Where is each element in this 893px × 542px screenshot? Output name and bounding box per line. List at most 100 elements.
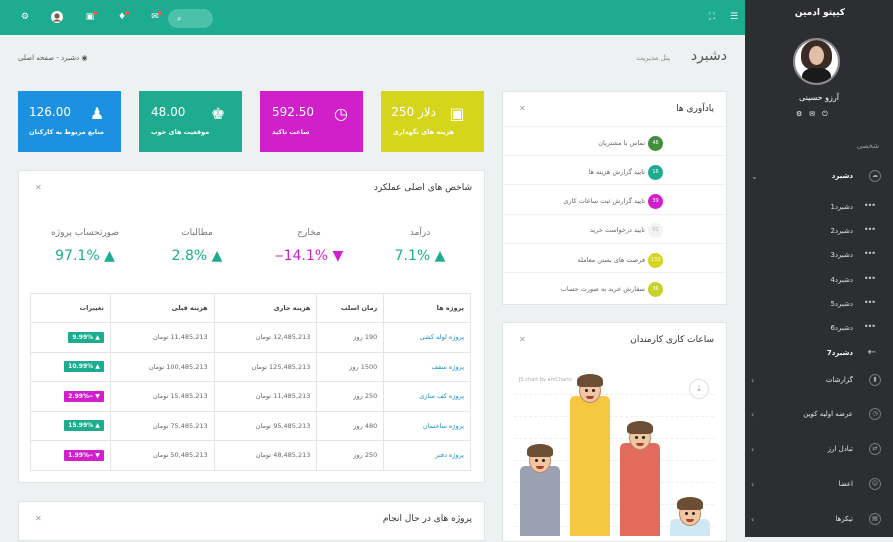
metric-revenue: درآمد 7.1% ▲ bbox=[394, 228, 446, 264]
table-row[interactable]: پروژه ساختمان 480 روز 95,485,213 تومان 75,4… bbox=[30, 410, 471, 441]
chart-bar-2[interactable] bbox=[570, 396, 610, 536]
ongoing-projects-card: پروژه های در حال انجام ✕ bbox=[18, 501, 485, 541]
breadcrumb-current: دشبرد bbox=[61, 54, 80, 62]
search-icon: ⌕ bbox=[177, 14, 182, 23]
metric-receivables: مطالبات 2.8% ▲ bbox=[171, 228, 223, 264]
col-time: زمان اسلب bbox=[316, 293, 385, 323]
chart-icon: ▮ bbox=[869, 374, 881, 386]
avatar[interactable] bbox=[51, 11, 63, 23]
dots-icon: ••• bbox=[863, 225, 876, 234]
chevron-left-icon: ‹ bbox=[751, 444, 755, 454]
collapse-icon[interactable]: ✕ bbox=[35, 514, 42, 523]
dots-icon: ••• bbox=[863, 201, 876, 210]
sidebar-subitem-4[interactable]: دشبرد4 ••• bbox=[745, 270, 893, 292]
status-badge: ▼ ‒1.99% bbox=[64, 449, 104, 461]
performance-title: شاخص های اصلی عملکرد bbox=[373, 183, 472, 193]
employee-avatar-icon bbox=[676, 497, 704, 527]
chart-bar-1[interactable] bbox=[520, 466, 560, 536]
username: آرزو حسینی bbox=[799, 93, 839, 102]
breadcrumb: دشبرد - صفحه اصلی ◉ bbox=[18, 54, 88, 62]
table-row[interactable]: پروژه دفتر 250 روز 48,485,213 تومان 50,485,… bbox=[30, 440, 471, 471]
chevron-left-icon: ‹ bbox=[751, 409, 755, 419]
arrow-left-icon: ← bbox=[867, 347, 876, 358]
employee-hours-title: ساعات کاری کارمندان bbox=[630, 335, 714, 345]
reminder-item[interactable]: سفارش خرید به صورت حساب 36 bbox=[498, 279, 678, 301]
kpi-maintenance[interactable]: 250 دلار هزینه های نگهداری ▣ bbox=[381, 91, 484, 152]
reminder-item[interactable]: تایید گزارش ثبت ساعات کاری 39 bbox=[498, 191, 678, 213]
sidebar-item-tickers[interactable]: تیکرها ▤ ‹ bbox=[745, 508, 893, 530]
chevron-left-icon: ‹ bbox=[751, 479, 755, 489]
dots-icon: ••• bbox=[863, 249, 876, 258]
kpi-hours[interactable]: 592.50 ساعت تاکید ◷ bbox=[260, 91, 363, 152]
col-previous-cost: هزینه قبلی bbox=[109, 293, 215, 323]
exchange-icon: ⇄ bbox=[869, 443, 881, 455]
settings-icon[interactable]: ⚙ bbox=[796, 110, 802, 119]
reminder-item[interactable]: تایید درخواست خرید 01 bbox=[498, 220, 678, 242]
page-title: دشبرد bbox=[690, 48, 727, 64]
user-icon: ☺ bbox=[869, 478, 881, 490]
sidebar-subitem-6[interactable]: دشبرد6 ••• bbox=[745, 318, 893, 340]
kpi-positions[interactable]: 48.00 موقعیت های خوب ♚ bbox=[139, 91, 242, 152]
collapse-icon[interactable]: ✕ bbox=[35, 183, 42, 192]
section-label: شخصی bbox=[856, 142, 879, 150]
chart-bar-3[interactable] bbox=[620, 443, 660, 536]
metric-expenses: مخارج ‒14.1% ▼ bbox=[274, 228, 344, 264]
users-icon: ♟ bbox=[89, 104, 105, 123]
gear-icon[interactable]: ⚙ bbox=[19, 11, 31, 23]
sidebar-item-ico[interactable]: عرضه اولیه کوین ◷ ‹ bbox=[745, 403, 893, 425]
table-row[interactable]: پروژه لوله کشی 190 روز 12,485,213 تومان 11,… bbox=[30, 322, 471, 353]
sidebar-item-reports[interactable]: گزارشات ▮ ‹ bbox=[745, 369, 893, 391]
collapse-icon[interactable]: ✕ bbox=[519, 104, 526, 113]
mail-icon[interactable]: ✉ bbox=[809, 110, 815, 119]
fullscreen-icon[interactable]: ⛶ bbox=[706, 11, 718, 23]
projects-table: پروژه ها زمان اسلب هزینه جاری هزینه قبلی… bbox=[30, 293, 471, 471]
sidebar: کیپتو ادمین آرزو حسینی ⚙ ✉ ⏻ شخصی دشبرد … bbox=[745, 0, 893, 537]
sidebar-subitem-1[interactable]: دشبرد1 ••• bbox=[745, 197, 893, 219]
sidebar-subitem-2[interactable]: دشبرد2 ••• bbox=[745, 221, 893, 243]
reminder-item[interactable]: تایید گزارش هزینه ها 16 bbox=[498, 162, 678, 184]
top-bar: ⚙ ▣ ♦ ✉ ⌕ ⛶ ☰ bbox=[0, 0, 745, 35]
search-input[interactable]: ⌕ bbox=[168, 9, 213, 28]
menu-icon[interactable]: ☰ bbox=[728, 11, 740, 23]
dashboard-icon: ◉ bbox=[81, 54, 88, 62]
page-subtitle: پنل مدیریت bbox=[636, 54, 670, 62]
sidebar-item-exchange[interactable]: تبادل ارز ⇄ ‹ bbox=[745, 438, 893, 460]
sidebar-item-dashboard[interactable]: دشبرد ☁ ⌄ bbox=[745, 165, 893, 187]
status-badge: ▲ 10.99% bbox=[64, 361, 104, 373]
table-row[interactable]: پروژه سقف 1500 روز 125,485,213 تومان 100,48… bbox=[30, 351, 471, 382]
dots-icon: ••• bbox=[863, 274, 876, 283]
status-badge: ▲ 9.99% bbox=[68, 331, 104, 343]
sidebar-subitem-3[interactable]: دشبرد3 ••• bbox=[745, 245, 893, 267]
status-badge: ▲ 15.99% bbox=[64, 420, 104, 432]
sidebar-item-members[interactable]: اعضا ☺ ‹ bbox=[745, 473, 893, 495]
dots-icon: ••• bbox=[863, 322, 876, 331]
dots-icon: ••• bbox=[863, 298, 876, 307]
brand-logo[interactable]: کیپتو ادمین bbox=[795, 8, 845, 18]
chevron-left-icon: ‹ bbox=[751, 375, 755, 385]
col-projects: پروژه ها bbox=[383, 293, 471, 323]
cloud-icon: ☁ bbox=[869, 170, 881, 182]
clock-icon: ◷ bbox=[334, 104, 348, 123]
user-avatar[interactable] bbox=[793, 38, 840, 85]
chevron-down-icon: ⌄ bbox=[751, 171, 758, 181]
sidebar-subitem-5[interactable]: دشبرد5 ••• bbox=[745, 294, 893, 316]
table-row[interactable]: پروژه کف سازی 250 روز 11,485,213 تومان 15,4… bbox=[30, 381, 471, 412]
status-badge: ▼ ‒2.99% bbox=[64, 390, 104, 402]
col-changes: تغییرات bbox=[30, 293, 111, 323]
reminder-item[interactable]: فرصت های بستن معامله 133 bbox=[498, 250, 678, 272]
power-icon[interactable]: ⏻ bbox=[822, 110, 828, 119]
employee-hours-chart bbox=[504, 372, 726, 536]
employee-avatar-icon bbox=[626, 421, 654, 451]
ticker-icon: ▤ bbox=[869, 513, 881, 525]
money-icon: ▣ bbox=[449, 104, 465, 123]
reminder-item[interactable]: تماس با مشتریان 48 bbox=[498, 133, 678, 155]
ongoing-projects-title: پروژه های در حال انجام bbox=[382, 514, 472, 524]
employee-avatar-icon bbox=[576, 374, 604, 404]
breadcrumb-home[interactable]: صفحه اصلی bbox=[18, 54, 54, 62]
kpi-resources[interactable]: 126.00 منابع مربوط به کارکنان ♟ bbox=[18, 91, 121, 152]
col-current-cost: هزینه جاری bbox=[213, 293, 318, 323]
clock-icon: ◷ bbox=[869, 408, 881, 420]
sidebar-subitem-7[interactable]: دشبرد7 ← bbox=[745, 343, 893, 365]
reminders-title: یادآوری ها bbox=[676, 104, 714, 114]
collapse-icon[interactable]: ✕ bbox=[519, 335, 526, 344]
